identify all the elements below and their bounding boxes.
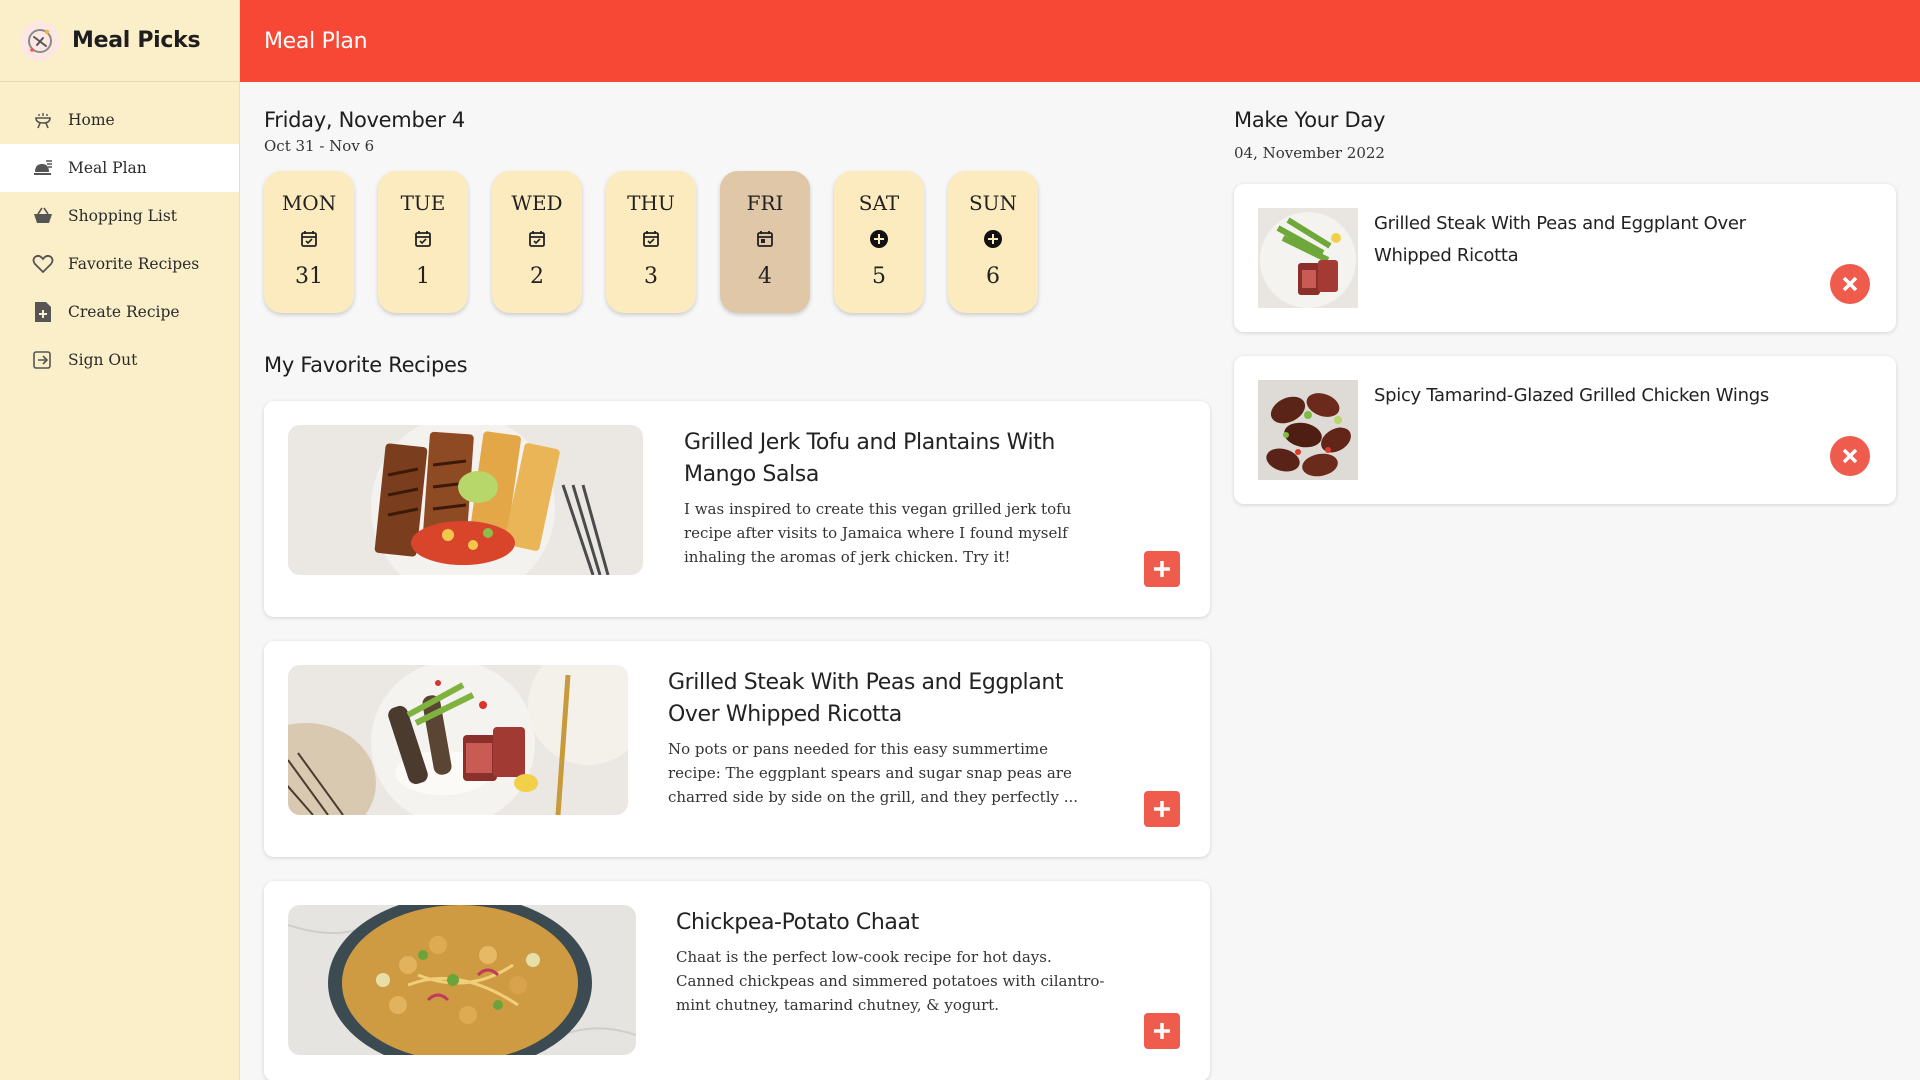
meal-plan-main: Friday, November 4 Oct 31 - Nov 6 MON 31… [264, 108, 1210, 1080]
top-bar: Meal Plan [240, 0, 1920, 82]
planned-meal-card[interactable]: Grilled Steak With Peas and Eggplant Ove… [1234, 184, 1896, 332]
brand[interactable]: Meal Picks [0, 0, 239, 82]
sidebar-item-label: Shopping List [68, 207, 177, 225]
add-to-plan-button[interactable] [1144, 791, 1180, 827]
planned-meal-title: Grilled Steak With Peas and Eggplant Ove… [1374, 213, 1746, 266]
sidebar-item-label: Favorite Recipes [68, 255, 200, 273]
calendar-check-icon [298, 228, 320, 250]
sign-out-icon [32, 349, 54, 371]
page-title: Meal Plan [264, 28, 368, 54]
recipe-title: Chickpea-Potato Chaat [676, 910, 919, 935]
sidebar-item-meal-plan[interactable]: Meal Plan [0, 144, 239, 192]
calendar-check-icon [526, 228, 548, 250]
sidebar-item-label: Create Recipe [68, 303, 180, 321]
selected-date-heading: Friday, November 4 [264, 108, 465, 132]
recipe-card[interactable]: Grilled Steak With Peas and Eggplant Ove… [264, 641, 1210, 857]
day-number: 31 [295, 264, 323, 289]
app-name: Meal Picks [72, 28, 201, 53]
day-number: 2 [530, 264, 544, 289]
planned-meal-title: Spicy Tamarind-Glazed Grilled Chicken Wi… [1374, 385, 1769, 406]
day-card-fri[interactable]: FRI 4 [720, 171, 810, 313]
day-name: SAT [858, 191, 900, 215]
favorites-heading: My Favorite Recipes [264, 353, 468, 377]
calendar-today-icon [754, 228, 776, 250]
sidebar-item-label: Meal Plan [68, 159, 147, 177]
day-plan-date: 04, November 2022 [1234, 144, 1385, 162]
day-name: MON [281, 191, 337, 215]
recipe-description: Chaat is the perfect low-cook recipe for… [676, 948, 1105, 1014]
recipe-image [288, 665, 628, 815]
day-card-thu[interactable]: THU 3 [606, 171, 696, 313]
file-plus-icon [32, 301, 54, 323]
recipe-description: I was inspired to create this vegan gril… [684, 500, 1072, 566]
serving-icon [32, 157, 54, 179]
calendar-check-icon [640, 228, 662, 250]
calendar-check-icon [412, 228, 434, 250]
planned-meal-image [1258, 380, 1358, 480]
day-name: TUE [400, 191, 446, 215]
basket-icon [32, 205, 54, 227]
week-day-selector: MON 31 TUE 1 WED 2 THU 3 FRI 4 SAT 5 SUN… [264, 171, 1210, 313]
day-card-sun[interactable]: SUN 6 [948, 171, 1038, 313]
remove-meal-button[interactable] [1830, 264, 1870, 304]
day-card-tue[interactable]: TUE 1 [378, 171, 468, 313]
day-plan-panel: Make Your Day 04, November 2022 Grilled … [1234, 108, 1896, 504]
sidebar-item-favorite-recipes[interactable]: Favorite Recipes [0, 240, 239, 288]
add-to-plan-button[interactable] [1144, 1013, 1180, 1049]
day-card-mon[interactable]: MON 31 [264, 171, 354, 313]
remove-meal-button[interactable] [1830, 436, 1870, 476]
sidebar-item-create-recipe[interactable]: Create Recipe [0, 288, 239, 336]
recipe-title: Grilled Steak With Peas and Eggplant Ove… [668, 670, 1064, 727]
sidebar-item-label: Sign Out [68, 351, 138, 369]
close-icon [1842, 276, 1858, 292]
close-icon [1842, 448, 1858, 464]
heart-icon [32, 253, 54, 275]
week-range: Oct 31 - Nov 6 [264, 137, 375, 155]
recipe-description: No pots or pans needed for this easy sum… [668, 740, 1079, 806]
recipe-image [288, 425, 643, 575]
day-number: 1 [416, 264, 430, 289]
day-card-sat[interactable]: SAT 5 [834, 171, 924, 313]
sidebar-item-label: Home [68, 111, 115, 129]
plus-icon [1154, 801, 1170, 817]
recipe-title: Grilled Jerk Tofu and Plantains With Man… [684, 430, 1055, 487]
add-circle-icon [868, 228, 890, 250]
day-number: 5 [872, 264, 886, 289]
day-name: SUN [968, 191, 1018, 215]
planned-meal-image [1258, 208, 1358, 308]
day-name: FRI [746, 191, 784, 215]
logo-icon [20, 20, 60, 61]
add-to-plan-button[interactable] [1144, 551, 1180, 587]
plus-icon [1154, 1023, 1170, 1039]
sidebar: Meal Picks Home Meal Plan Shopping List … [0, 0, 240, 1080]
sidebar-item-home[interactable]: Home [0, 96, 239, 144]
sidebar-nav: Home Meal Plan Shopping List Favorite Re… [0, 82, 239, 384]
day-name: THU [627, 191, 675, 215]
day-name: WED [511, 191, 563, 215]
sidebar-item-sign-out[interactable]: Sign Out [0, 336, 239, 384]
sidebar-item-shopping-list[interactable]: Shopping List [0, 192, 239, 240]
add-circle-icon [982, 228, 1004, 250]
recipe-image [288, 905, 636, 1055]
plus-icon [1154, 561, 1170, 577]
grill-icon [32, 109, 54, 131]
day-card-wed[interactable]: WED 2 [492, 171, 582, 313]
day-number: 6 [986, 264, 1000, 289]
planned-meal-card[interactable]: Spicy Tamarind-Glazed Grilled Chicken Wi… [1234, 356, 1896, 504]
recipe-card[interactable]: Chickpea-Potato Chaat Chaat is the perfe… [264, 881, 1210, 1080]
recipe-card[interactable]: Grilled Jerk Tofu and Plantains With Man… [264, 401, 1210, 617]
day-number: 4 [758, 264, 772, 289]
day-plan-heading: Make Your Day [1234, 108, 1386, 132]
day-number: 3 [644, 264, 658, 289]
